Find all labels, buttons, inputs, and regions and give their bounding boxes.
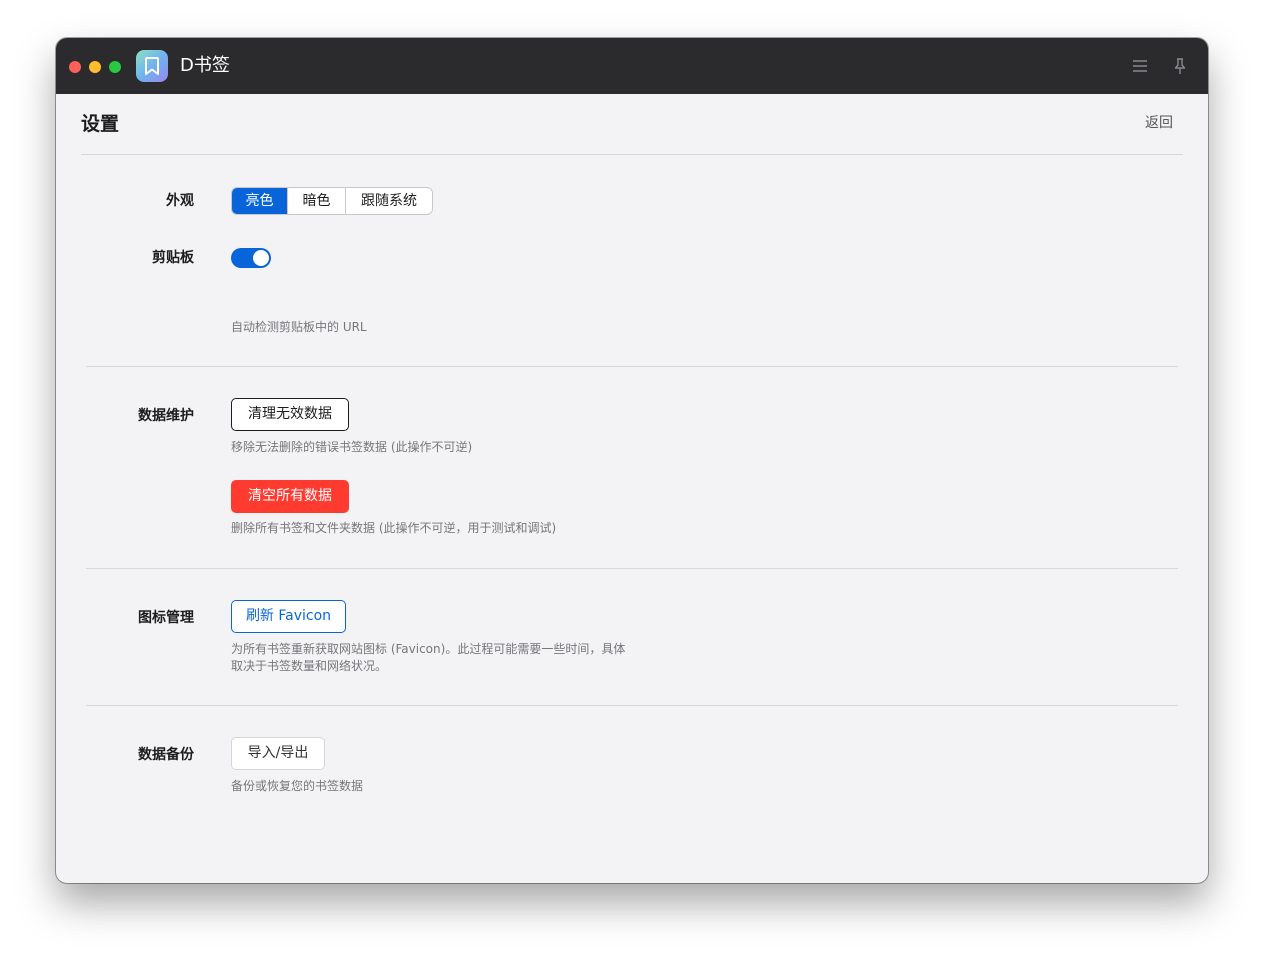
appearance-option-system[interactable]: 跟随系统 xyxy=(346,188,432,214)
appearance-segmented-control: 亮色 暗色 跟随系统 xyxy=(231,187,433,215)
clipboard-toggle[interactable] xyxy=(231,248,271,268)
app-window: D书签 设置 返回 外观 亮色 暗色 跟随系统 剪贴板 自动检测剪贴板中的 UR… xyxy=(56,38,1208,883)
maintenance-label: 数据维护 xyxy=(138,408,194,424)
bookmark-icon xyxy=(136,50,168,82)
appearance-label: 外观 xyxy=(166,193,194,209)
app-title: D书签 xyxy=(180,55,230,76)
toggle-knob xyxy=(253,250,269,266)
clear-all-description: 删除所有书签和文件夹数据 (此操作不可逆，用于测试和调试) xyxy=(231,521,557,535)
icons-label: 图标管理 xyxy=(138,610,194,626)
backup-description: 备份或恢复您的书签数据 xyxy=(231,779,364,793)
section-divider xyxy=(86,705,1178,706)
appearance-option-dark[interactable]: 暗色 xyxy=(288,188,346,214)
section-divider xyxy=(86,568,1178,569)
header-divider xyxy=(81,154,1183,155)
clear-all-data-button[interactable]: 清空所有数据 xyxy=(231,480,349,513)
back-button[interactable]: 返回 xyxy=(1145,114,1173,132)
clipboard-description: 自动检测剪贴板中的 URL xyxy=(231,320,367,334)
title-bar: D书签 xyxy=(56,38,1208,94)
section-divider xyxy=(86,366,1178,367)
appearance-option-light[interactable]: 亮色 xyxy=(232,188,288,214)
page-title: 设置 xyxy=(81,113,120,135)
clipboard-label: 剪贴板 xyxy=(152,250,194,266)
close-window-button[interactable] xyxy=(69,61,81,73)
import-export-button[interactable]: 导入/导出 xyxy=(231,737,325,770)
backup-label: 数据备份 xyxy=(138,747,194,763)
refresh-favicon-button[interactable]: 刷新 Favicon xyxy=(231,600,346,633)
minimize-window-button[interactable] xyxy=(89,61,101,73)
clean-invalid-data-button[interactable]: 清理无效数据 xyxy=(231,398,349,431)
menu-icon[interactable] xyxy=(1131,57,1149,75)
pin-icon[interactable] xyxy=(1171,57,1189,75)
maximize-window-button[interactable] xyxy=(109,61,121,73)
refresh-favicon-description-line2: 取决于书签数量和网络状况。 xyxy=(231,659,388,673)
settings-content: 设置 返回 外观 亮色 暗色 跟随系统 剪贴板 自动检测剪贴板中的 URL 数据… xyxy=(56,94,1208,883)
clean-invalid-description: 移除无法删除的错误书签数据 (此操作不可逆) xyxy=(231,440,473,454)
refresh-favicon-description-line1: 为所有书签重新获取网站图标 (Favicon)。此过程可能需要一些时间，具体 xyxy=(231,642,626,656)
